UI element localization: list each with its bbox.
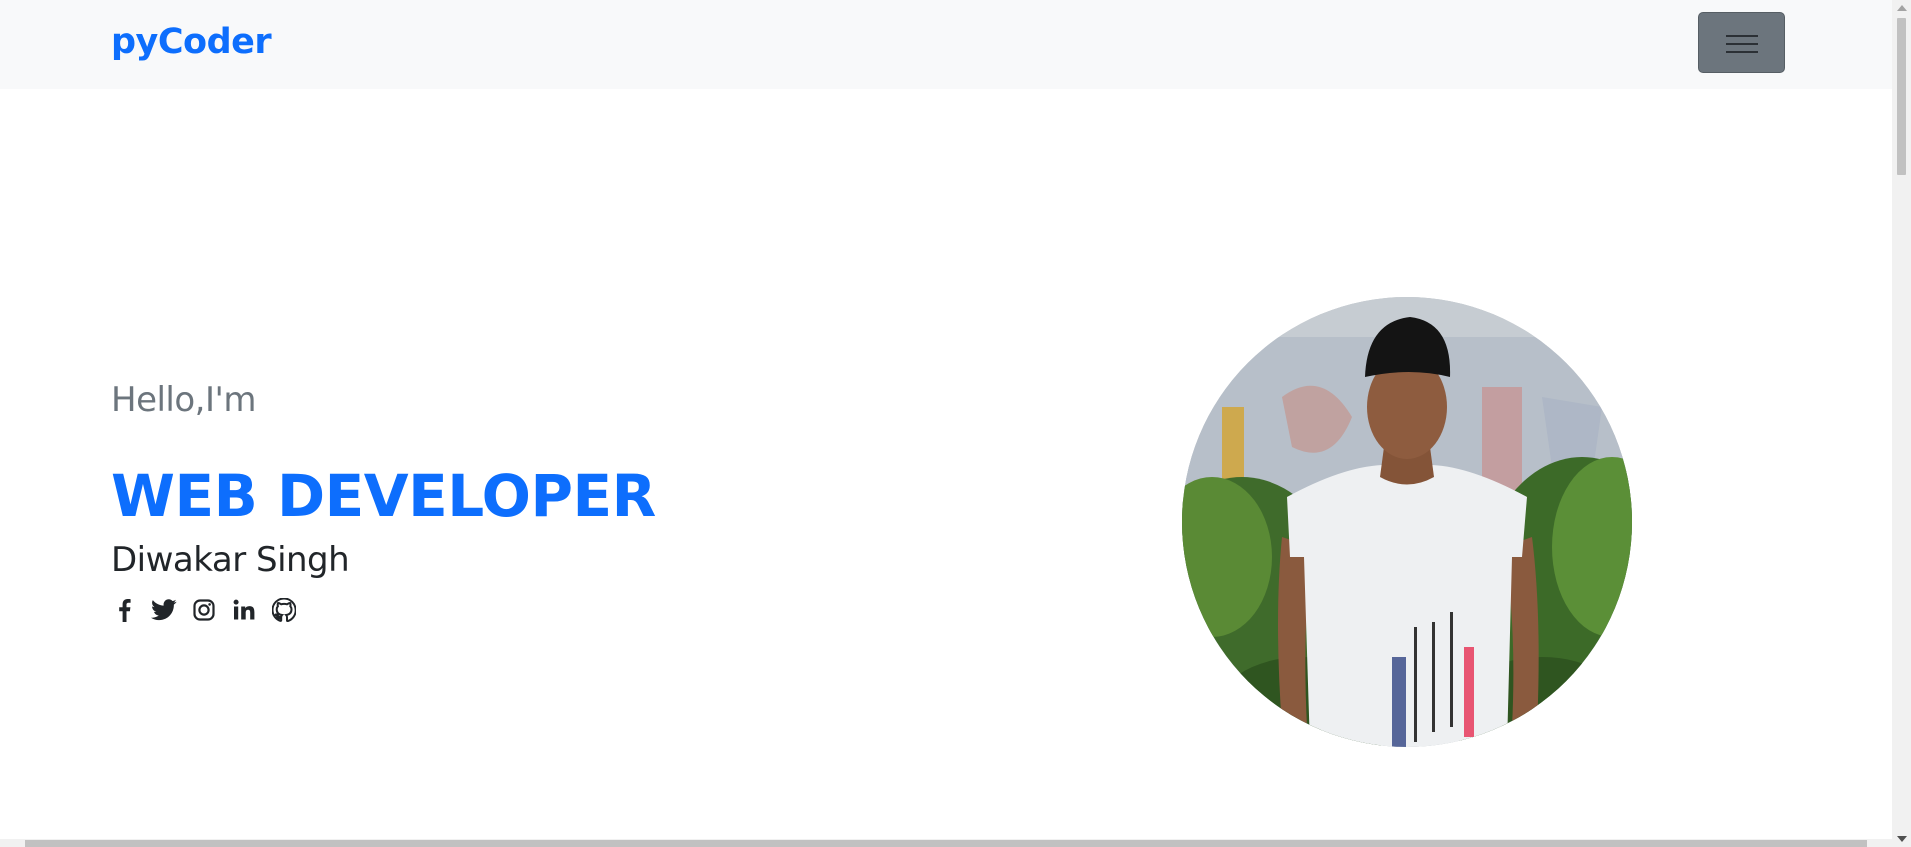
github-link[interactable]	[271, 597, 297, 623]
horizontal-scrollbar[interactable]	[0, 839, 1892, 847]
github-icon	[272, 598, 296, 622]
role-heading: WEB DEVELOPER	[111, 462, 656, 530]
greeting-text: Hello,I'm	[111, 380, 256, 420]
linkedin-link[interactable]	[231, 597, 257, 623]
scroll-up-arrow-icon[interactable]	[1897, 5, 1907, 11]
profile-photo	[1182, 297, 1632, 747]
facebook-icon	[118, 599, 131, 622]
instagram-icon	[193, 599, 215, 621]
horizontal-scroll-thumb[interactable]	[25, 840, 1867, 847]
navbar-toggler-button[interactable]	[1698, 12, 1785, 73]
instagram-link[interactable]	[191, 597, 217, 623]
twitter-link[interactable]	[151, 597, 177, 623]
navbar: pyCoder	[0, 0, 1892, 89]
vertical-scroll-thumb[interactable]	[1897, 18, 1906, 175]
social-links	[111, 597, 297, 623]
twitter-icon	[151, 599, 177, 621]
brand-link[interactable]: pyCoder	[111, 22, 272, 62]
vertical-scrollbar[interactable]	[1892, 0, 1911, 847]
scroll-down-arrow-icon[interactable]	[1897, 836, 1907, 842]
facebook-link[interactable]	[111, 597, 137, 623]
hero-text: Hello,I'm WEB DEVELOPER Diwakar Singh	[111, 380, 656, 622]
person-name: Diwakar Singh	[111, 540, 350, 580]
linkedin-icon	[233, 599, 255, 620]
